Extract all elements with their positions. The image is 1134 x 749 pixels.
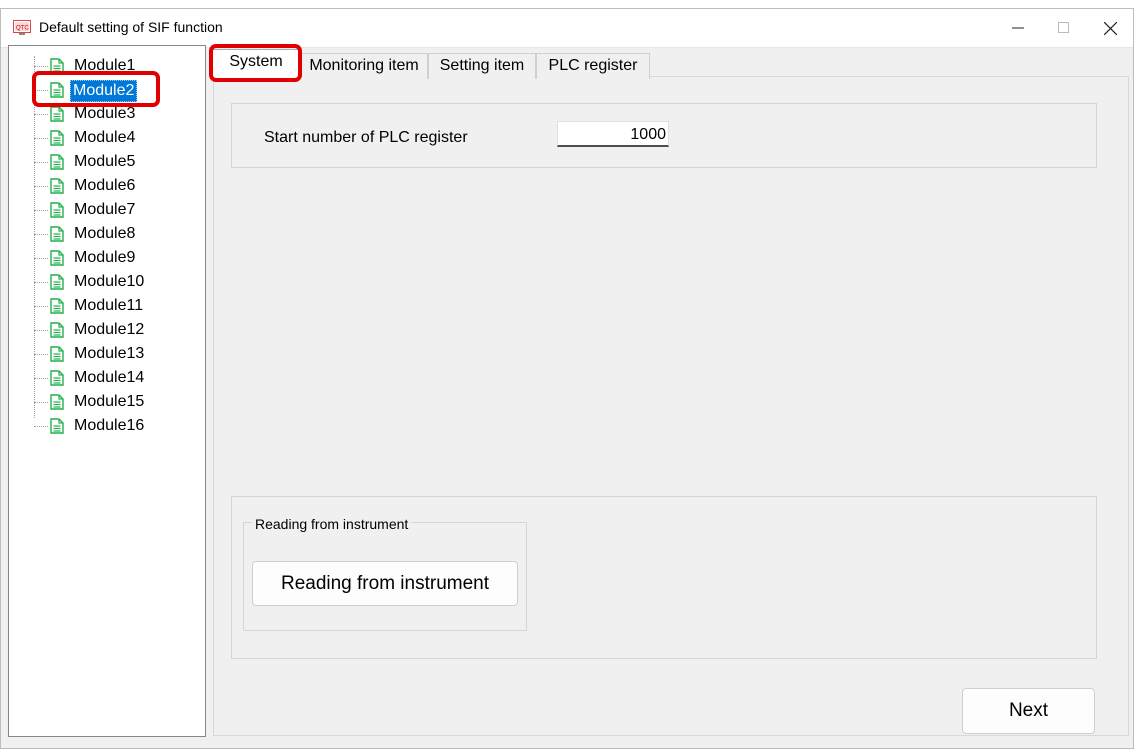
tree-branch-line <box>34 138 48 139</box>
tree-item-module15[interactable]: Module15 <box>34 390 194 414</box>
tab-monitoring-item[interactable]: Monitoring item <box>300 53 428 79</box>
system-tab-highlight-box <box>209 44 302 82</box>
tree-branch-line <box>34 354 48 355</box>
tree-item-module14[interactable]: Module14 <box>34 366 194 390</box>
document-icon <box>50 202 64 218</box>
tree-branch-line <box>34 378 48 379</box>
reading-from-instrument-button[interactable]: Reading from instrument <box>252 561 518 606</box>
tree-item-label: Module9 <box>74 249 136 266</box>
minimize-icon <box>1012 27 1024 29</box>
reading-group-caption: Reading from instrument <box>252 516 412 532</box>
document-icon <box>50 178 64 194</box>
svg-text:QTC: QTC <box>16 26 29 32</box>
tree-branch-line <box>34 66 48 67</box>
tree-item-module11[interactable]: Module11 <box>34 294 194 318</box>
document-icon <box>50 106 64 122</box>
maximize-button[interactable] <box>1041 9 1087 47</box>
document-icon <box>50 394 64 410</box>
document-icon <box>50 130 64 146</box>
close-button[interactable] <box>1087 9 1133 47</box>
tree-branch-line <box>34 234 48 235</box>
tree-branch-line <box>34 306 48 307</box>
tree-item-label: Module11 <box>74 297 144 314</box>
next-button[interactable]: Next <box>962 688 1095 734</box>
module-tree[interactable]: Module1 Module2 Module3 Module4 Module5 Modul… <box>8 45 206 737</box>
tree-item-module7[interactable]: Module7 <box>34 198 194 222</box>
tree-item-label: Module5 <box>74 153 136 170</box>
app-icon: QTC <box>13 20 31 35</box>
tree-branch-line <box>34 186 48 187</box>
tree-branch-line <box>34 330 48 331</box>
document-icon <box>50 274 64 290</box>
close-icon <box>1103 21 1117 35</box>
document-icon <box>50 322 64 338</box>
tree-item-label: Module3 <box>74 105 136 122</box>
tree-branch-line <box>34 426 48 427</box>
tree-item-module5[interactable]: Module5 <box>34 150 194 174</box>
window-title: Default setting of SIF function <box>39 19 223 35</box>
tree-branch-line <box>34 114 48 115</box>
tree-item-label: Module14 <box>74 369 145 386</box>
document-icon <box>50 298 64 314</box>
document-icon <box>50 346 64 362</box>
document-icon <box>50 250 64 266</box>
minimize-button[interactable] <box>995 9 1041 47</box>
tree-item-module4[interactable]: Module4 <box>34 126 194 150</box>
tree-item-label: Module10 <box>74 273 145 290</box>
tree-item-module12[interactable]: Module12 <box>34 318 194 342</box>
document-icon <box>50 370 64 386</box>
start-number-input[interactable]: 1000 <box>557 121 669 147</box>
tree-item-module9[interactable]: Module9 <box>34 246 194 270</box>
tree-item-module8[interactable]: Module8 <box>34 222 194 246</box>
tree-branch-line <box>34 402 48 403</box>
start-number-label: Start number of PLC register <box>264 129 468 146</box>
module2-highlight-box <box>32 71 160 107</box>
tree-item-label: Module6 <box>74 177 136 194</box>
tree-item-module6[interactable]: Module6 <box>34 174 194 198</box>
tree-item-label: Module4 <box>74 129 136 146</box>
tree-item-label: Module8 <box>74 225 136 242</box>
tree-branch-line <box>34 282 48 283</box>
tab-setting-item[interactable]: Setting item <box>428 53 536 79</box>
tree-item-label: Module16 <box>74 417 145 434</box>
tree-branch-line <box>34 258 48 259</box>
tree-item-module10[interactable]: Module10 <box>34 270 194 294</box>
document-icon <box>50 154 64 170</box>
title-bar: QTC Default setting of SIF function <box>1 9 1133 48</box>
tree-item-label: Module13 <box>74 345 145 362</box>
maximize-icon <box>1058 22 1069 33</box>
tree-item-module13[interactable]: Module13 <box>34 342 194 366</box>
tree-branch-line <box>34 162 48 163</box>
tree-item-module16[interactable]: Module16 <box>34 414 194 438</box>
document-icon <box>50 418 64 434</box>
tree-branch-line <box>34 210 48 211</box>
document-icon <box>50 226 64 242</box>
tree-item-label: Module7 <box>74 201 136 218</box>
tree-item-label: Module15 <box>74 393 145 410</box>
tree-item-label: Module12 <box>74 321 145 338</box>
tab-plc-register[interactable]: PLC register <box>536 53 650 79</box>
